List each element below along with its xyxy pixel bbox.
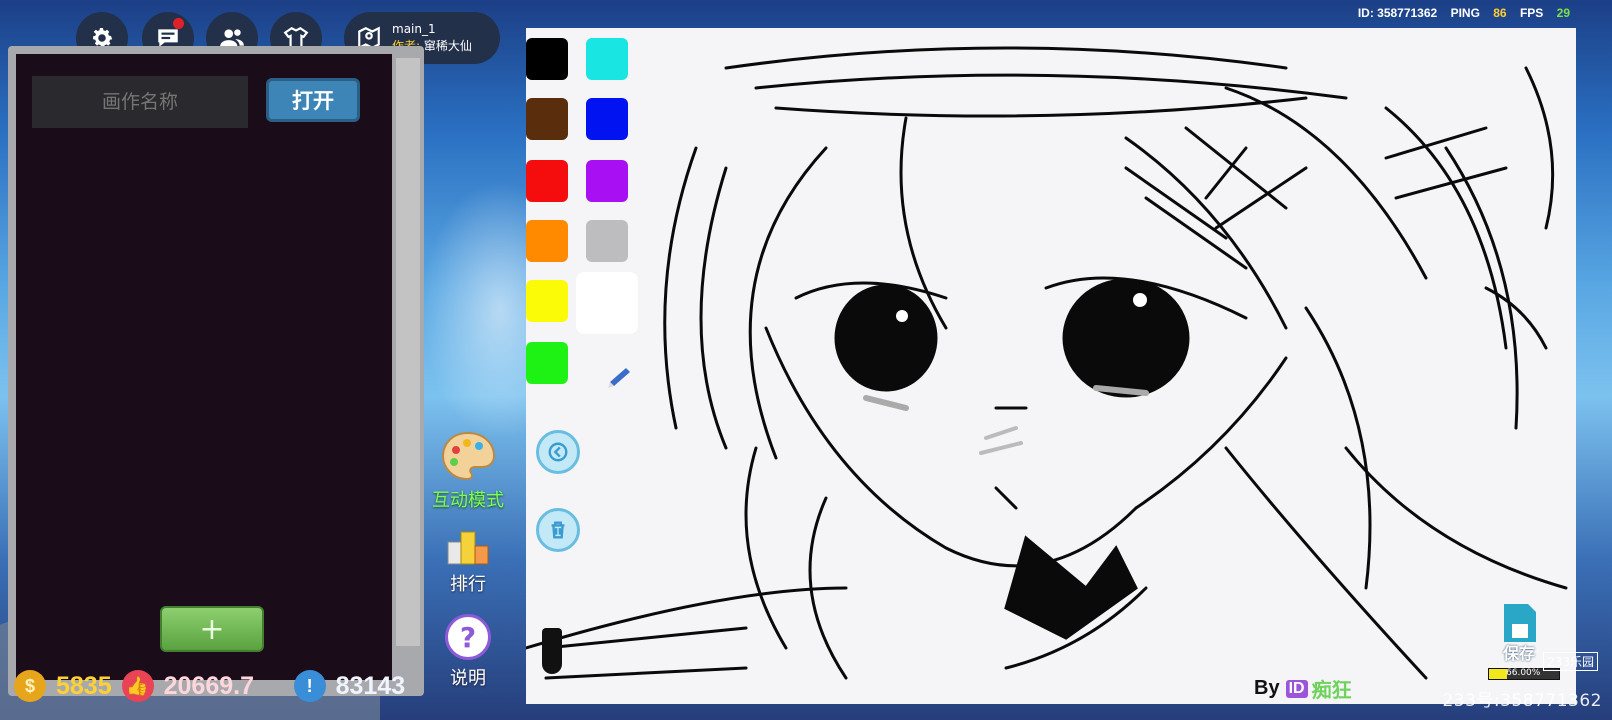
coin-count: 5835 [56, 671, 112, 700]
color-swatch-black[interactable] [526, 38, 568, 80]
gallery-scrollbar[interactable] [396, 58, 420, 646]
artist-credit: By ID 痴狂 [1254, 674, 1352, 703]
artist-name: 痴狂 [1311, 680, 1352, 702]
id-badge: ID [1285, 679, 1308, 698]
color-swatch-gray[interactable] [586, 220, 628, 262]
help-label: 说明 [450, 668, 486, 689]
color-swatch-blue[interactable] [586, 98, 628, 140]
color-swatch-purple[interactable] [586, 160, 628, 202]
color-swatch-cyan[interactable] [586, 38, 628, 80]
player-stats: $ 5835 👍 20669.7 ! 83143 [14, 668, 415, 704]
color-swatch-red[interactable] [526, 160, 568, 202]
color-swatch-green[interactable] [526, 342, 568, 384]
add-artwork-button[interactable]: + [160, 606, 264, 652]
exclamation-icon: ! [293, 670, 326, 702]
color-swatch-orange[interactable] [526, 220, 568, 262]
trash-icon [551, 521, 565, 539]
fps-label: FPS [1519, 6, 1544, 20]
drawing-canvas[interactable]: By ID 痴狂 [526, 28, 1576, 704]
help-button[interactable]: ? 说明 [430, 614, 506, 690]
palette-icon [441, 431, 496, 481]
color-swatch-brown[interactable] [526, 98, 568, 140]
sketch-artwork [526, 46, 1568, 680]
status-bar: ID: 358771362 PING 86 FPS 29 [1348, 6, 1570, 20]
interactive-mode-label: 互动模式 [432, 490, 504, 511]
interactive-mode-button[interactable]: 互动模式 [430, 430, 506, 512]
gallery-list[interactable] [16, 54, 392, 680]
author-name: 窜稀大仙 [423, 39, 472, 53]
undo-button[interactable] [536, 430, 580, 474]
watermark-id: 233号:358771362 [1442, 691, 1602, 711]
color-swatch-yellow[interactable] [526, 280, 568, 322]
save-progress-text: 66.00% [1506, 668, 1541, 678]
coin-icon: $ [14, 670, 46, 702]
brush-size-indicator[interactable] [542, 628, 562, 674]
clear-button[interactable] [536, 508, 580, 552]
ping-label: PING [1450, 6, 1480, 20]
ranking-button[interactable]: 排行 [430, 528, 506, 596]
fps-value: 29 [1556, 6, 1570, 20]
back-arrow-icon [548, 442, 568, 462]
open-button[interactable]: 打开 [266, 78, 360, 122]
question-icon: ? [445, 614, 491, 660]
watermark-badge: 233乐园 [1543, 652, 1598, 671]
player-id: ID: 358771362 [1357, 6, 1438, 20]
like-count: 20669.7 [163, 671, 254, 700]
thumbs-up-icon: 👍 [121, 670, 154, 702]
podium-icon [447, 531, 489, 565]
ping-value: 86 [1493, 6, 1507, 20]
map-title: main_1 [392, 22, 436, 36]
by-label: By [1254, 677, 1280, 699]
save-progress-fill [1489, 669, 1508, 679]
artwork-name-input[interactable] [32, 76, 248, 128]
ranking-label: 排行 [450, 574, 486, 595]
report-count: 83143 [335, 671, 406, 700]
pen-icon[interactable] [606, 360, 636, 390]
save-label: 保存 [1503, 644, 1536, 663]
notification-dot [173, 18, 184, 29]
color-swatch-white[interactable] [576, 272, 638, 334]
gallery-panel: 打开 + [8, 46, 424, 696]
